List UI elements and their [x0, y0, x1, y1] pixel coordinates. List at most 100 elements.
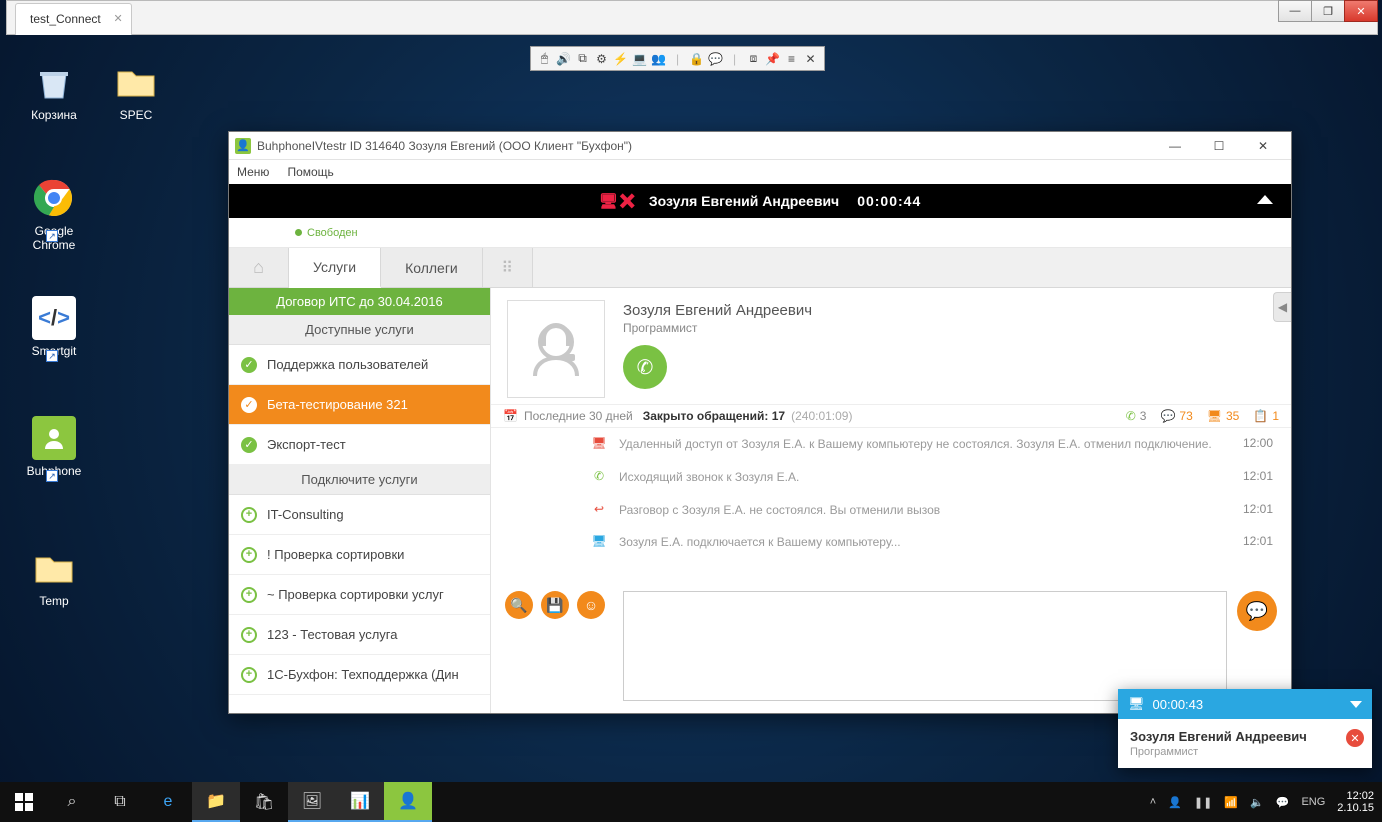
taskbar-store[interactable]: 🛍 — [240, 782, 288, 822]
tray-notifications-icon[interactable]: 💬 — [1276, 796, 1290, 809]
check-icon: ✓ — [241, 437, 257, 453]
plus-icon: + — [241, 507, 257, 523]
window-close-button[interactable]: ✕ — [1241, 132, 1285, 160]
toolbar-close-icon[interactable]: ✕ — [801, 49, 820, 68]
remote-screen-cancel-icon[interactable]: 🖥✖ — [599, 192, 637, 210]
folder-icon — [114, 60, 158, 104]
taskbar-buhphone[interactable]: 👤 — [384, 782, 432, 822]
desktop-buhphone[interactable]: ↗ Buhphone — [14, 416, 94, 478]
desktop-recycle-bin[interactable]: Корзина — [14, 60, 94, 122]
desktop-folder-spec[interactable]: SPEC — [96, 60, 176, 122]
period-label[interactable]: Последние 30 дней — [524, 409, 633, 423]
contact-role: Программист — [623, 321, 812, 335]
tray-volume-icon[interactable]: 🔈 — [1250, 796, 1264, 809]
calendar-icon[interactable]: 📅 — [503, 409, 518, 423]
close-icon[interactable]: ✕ — [114, 12, 123, 25]
desktop-chrome[interactable]: ↗ Google Chrome — [14, 176, 94, 252]
service-item-it[interactable]: +IT-Consulting — [229, 495, 490, 535]
popup-close-button[interactable]: ✕ — [1346, 729, 1364, 747]
host-tab[interactable]: test_Connect ✕ — [15, 3, 132, 35]
service-item-support[interactable]: ✓Поддержка пользователей — [229, 345, 490, 385]
pin-icon[interactable]: 📌 — [763, 49, 782, 68]
desktop-folder-temp[interactable]: Temp — [14, 546, 94, 608]
service-item-export[interactable]: ✓Экспорт-тест — [229, 425, 490, 465]
tray-wifi-icon[interactable]: 📶 — [1224, 796, 1238, 809]
taskview-button[interactable]: ⧉ — [96, 782, 144, 822]
lock-icon[interactable]: 🔒 — [687, 49, 706, 68]
call-missed-icon: ↩ — [591, 502, 607, 516]
presence-status[interactable]: Свободен — [295, 227, 358, 239]
call-button[interactable]: ✆ — [623, 345, 667, 389]
search-button[interactable]: ⌕ — [48, 782, 96, 822]
service-item-sort2[interactable]: +~ Проверка сортировки услуг — [229, 575, 490, 615]
more-icon[interactable]: ≡ — [782, 49, 801, 68]
window-minimize-button[interactable]: — — [1153, 132, 1197, 160]
log-row[interactable]: 🖥 Зозуля Е.А. подключается к Вашему комп… — [491, 526, 1291, 559]
check-icon: ✓ — [241, 357, 257, 373]
remote-icon: 🖥 — [1207, 409, 1222, 423]
smartgit-icon: </> ↗ — [32, 296, 76, 340]
main-panel: ◀ Зозуля Евгений Андреевич Программист ✆… — [491, 288, 1291, 713]
tray-clock[interactable]: 12:02 2.10.15 — [1337, 790, 1374, 814]
chevron-down-icon[interactable] — [1350, 701, 1362, 708]
search-button[interactable]: 🔍 — [505, 591, 533, 619]
tab-services[interactable]: Услуги — [289, 248, 381, 288]
remote-icon: 🖥 — [1128, 696, 1145, 712]
video-icon[interactable]: ⧉ — [573, 49, 592, 68]
plus-icon: + — [241, 587, 257, 603]
tray-language[interactable]: ENG — [1301, 796, 1325, 808]
message-input[interactable] — [623, 591, 1227, 701]
action-icon[interactable]: ⚡ — [611, 49, 630, 68]
main-tabs: ⌂ Услуги Коллеги ⠿ — [229, 248, 1291, 288]
taskbar-app2[interactable]: 📊 — [336, 782, 384, 822]
tray-chevron-up-icon[interactable]: ˄ — [1150, 796, 1156, 808]
emoji-button[interactable]: ☺ — [577, 591, 605, 619]
taskbar-app1[interactable]: 🖼 — [288, 782, 336, 822]
taskbar: ⌕ ⧉ e 📁 🛍 🖼 📊 👤 ˄ 👤 ❚❚ 📶 🔈 💬 ENG 12:02 2… — [0, 782, 1382, 822]
log-row[interactable]: 🖥 Удаленный доступ от Зозуля Е.А. к Ваше… — [491, 428, 1291, 461]
chat-icon[interactable]: 💬 — [706, 49, 725, 68]
menu-item-menu[interactable]: Меню — [237, 165, 269, 179]
mouse-icon[interactable]: 🖱 — [535, 49, 554, 68]
expand-up-icon[interactable] — [1257, 195, 1273, 204]
desktop-smartgit[interactable]: </> ↗ Smartgit — [14, 296, 94, 358]
session-timer: 00:00:44 — [857, 193, 921, 209]
collapse-panel-button[interactable]: ◀ — [1273, 292, 1291, 322]
gear-icon[interactable]: ⚙ — [592, 49, 611, 68]
service-item-beta[interactable]: ✓Бета-тестирование 321 — [229, 385, 490, 425]
tab-apps-grid[interactable]: ⠿ — [483, 248, 533, 287]
sound-icon[interactable]: 🔊 — [554, 49, 573, 68]
menubar: Меню Помощь — [229, 160, 1291, 184]
save-button[interactable]: 💾 — [541, 591, 569, 619]
tray-battery-icon[interactable]: ❚❚ — [1194, 796, 1212, 809]
tray-user-icon[interactable]: 👤 — [1168, 796, 1182, 809]
service-item-sort1[interactable]: +! Проверка сортировки — [229, 535, 490, 575]
service-item-123[interactable]: +123 - Тестовая услуга — [229, 615, 490, 655]
tab-colleagues[interactable]: Коллеги — [381, 248, 483, 287]
layout-icon[interactable]: ⧈ — [744, 49, 763, 68]
log-row[interactable]: ✆ Исходящий звонок к Зозуля Е.А. 12:01 — [491, 461, 1291, 494]
host-minimize-button[interactable]: — — [1278, 0, 1312, 22]
send-button[interactable]: 💬 — [1237, 591, 1277, 631]
menu-item-help[interactable]: Помощь — [287, 165, 333, 179]
host-window-buttons: — ❐ ✕ — [1279, 0, 1378, 22]
screens-icon[interactable]: 💻 — [630, 49, 649, 68]
service-item-1c[interactable]: +1С-Бухфон: Техподдержка (Дин — [229, 655, 490, 695]
start-button[interactable] — [0, 782, 48, 822]
history-filter-bar: 📅 Последние 30 дней Закрыто обращений: 1… — [491, 404, 1291, 428]
popup-contact-name: Зозуля Евгений Андреевич — [1130, 729, 1360, 744]
host-close-button[interactable]: ✕ — [1344, 0, 1378, 22]
contract-banner: Договор ИТС до 30.04.2016 — [229, 288, 490, 315]
log-row[interactable]: ↩ Разговор с Зозуля Е.А. не состоялся. В… — [491, 494, 1291, 527]
activity-log: 🖥 Удаленный доступ от Зозуля Е.А. к Ваше… — [491, 428, 1291, 583]
window-maximize-button[interactable]: ☐ — [1197, 132, 1241, 160]
popup-header[interactable]: 🖥 00:00:43 — [1118, 689, 1372, 719]
plus-icon: + — [241, 667, 257, 683]
taskbar-edge[interactable]: e — [144, 782, 192, 822]
users-icon[interactable]: 👥 — [649, 49, 668, 68]
tab-home[interactable]: ⌂ — [229, 248, 289, 287]
host-maximize-button[interactable]: ❐ — [1311, 0, 1345, 22]
file-icon: 📋 — [1253, 409, 1268, 423]
taskbar-explorer[interactable]: 📁 — [192, 782, 240, 822]
window-titlebar[interactable]: 👤 BuhphoneIVtestr ID 314640 Зозуля Евген… — [229, 132, 1291, 160]
